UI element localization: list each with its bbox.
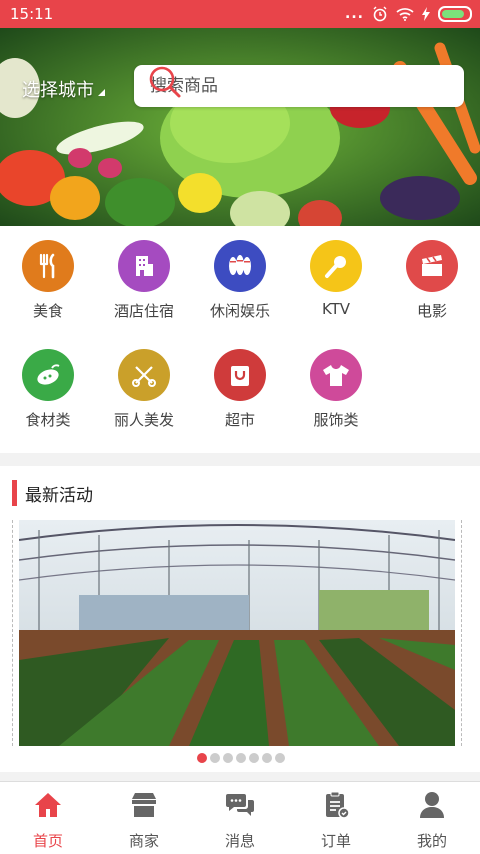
category-hotel[interactable]: 酒店住宿 (96, 240, 192, 321)
wifi-icon (396, 8, 414, 21)
store-icon (132, 793, 156, 817)
activity-page-dot[interactable] (262, 753, 272, 763)
battery-icon (438, 6, 472, 22)
category-label: 休闲娱乐 (209, 302, 270, 320)
category-label: 食材类 (25, 411, 71, 429)
tab-label: 商家 (128, 832, 159, 850)
category-supermarket[interactable]: 超市 (192, 349, 288, 430)
section-accent-bar (12, 480, 17, 506)
alarm-icon (373, 6, 387, 22)
category-label: 丽人美发 (113, 411, 174, 429)
city-selector[interactable]: 选择城市 (22, 76, 105, 102)
bowling-icon (214, 240, 266, 292)
bottom-tab-bar: 首页 商家 消息 订单 我的 (0, 781, 480, 854)
section-title: 最新活动 (25, 485, 93, 506)
category-food[interactable]: 美食 (0, 240, 96, 321)
category-label: 美食 (32, 302, 63, 320)
category-ingredients[interactable]: 食材类 (0, 349, 96, 430)
category-label: 酒店住宿 (113, 302, 174, 320)
latest-activity-section: 最新活动 (0, 466, 480, 772)
tab-label: 消息 (224, 832, 255, 850)
search-bar[interactable] (134, 65, 464, 107)
charging-icon (422, 7, 430, 21)
activity-page-dot[interactable] (223, 753, 233, 763)
hotel-icon (118, 240, 170, 292)
vegetable-icon (22, 349, 74, 401)
tab-stores[interactable]: 商家 (96, 782, 192, 854)
search-icon (149, 66, 181, 98)
banner-carousel[interactable]: 选择城市 (0, 28, 480, 226)
category-label: 电影 (416, 302, 447, 320)
signal-dots-icon: ... (345, 6, 364, 22)
category-label: KTV (321, 300, 351, 318)
shopping-bag-icon (214, 349, 266, 401)
user-icon (420, 792, 444, 818)
chat-icon (226, 794, 254, 816)
tab-label: 订单 (320, 832, 351, 850)
activity-carousel[interactable] (12, 520, 462, 746)
activity-page-dot[interactable] (249, 753, 259, 763)
activity-page-indicator (197, 753, 285, 763)
microphone-icon (310, 240, 362, 292)
fork-knife-icon (22, 240, 74, 292)
category-leisure[interactable]: 休闲娱乐 (192, 240, 288, 321)
tab-label: 我的 (416, 832, 447, 850)
status-icons: ... (345, 4, 472, 24)
activity-page-dot[interactable] (236, 753, 246, 763)
category-label: 超市 (224, 411, 255, 429)
category-grid: 美食 酒店住宿 休闲娱乐 KTV 电影 食材类 丽人美发 超市 服饰类 (0, 226, 480, 453)
home-icon (35, 793, 61, 817)
tab-label: 首页 (32, 832, 63, 850)
order-icon (326, 791, 350, 819)
section-header: 最新活动 (12, 480, 93, 506)
tab-orders[interactable]: 订单 (288, 782, 384, 854)
category-ktv[interactable]: KTV (288, 240, 384, 318)
category-beauty[interactable]: 丽人美发 (96, 349, 192, 430)
search-input[interactable] (148, 75, 392, 97)
greenhouse-activity-image[interactable] (19, 520, 455, 746)
status-bar: 15:11 ... (0, 0, 480, 28)
dropdown-triangle-icon (98, 88, 105, 96)
tab-profile[interactable]: 我的 (384, 782, 480, 854)
category-movie[interactable]: 电影 (384, 240, 480, 321)
comb-scissors-icon (118, 349, 170, 401)
tab-messages[interactable]: 消息 (192, 782, 288, 854)
clapperboard-icon (406, 240, 458, 292)
city-selector-label: 选择城市 (22, 80, 94, 101)
category-clothing[interactable]: 服饰类 (288, 349, 384, 430)
status-time: 15:11 (10, 5, 54, 23)
tab-home[interactable]: 首页 (0, 782, 96, 854)
tshirt-icon (310, 349, 362, 401)
activity-page-dot[interactable] (197, 753, 207, 763)
vegetables-banner-image (0, 28, 480, 226)
activity-page-dot[interactable] (275, 753, 285, 763)
category-label: 服饰类 (313, 411, 359, 429)
activity-page-dot[interactable] (210, 753, 220, 763)
